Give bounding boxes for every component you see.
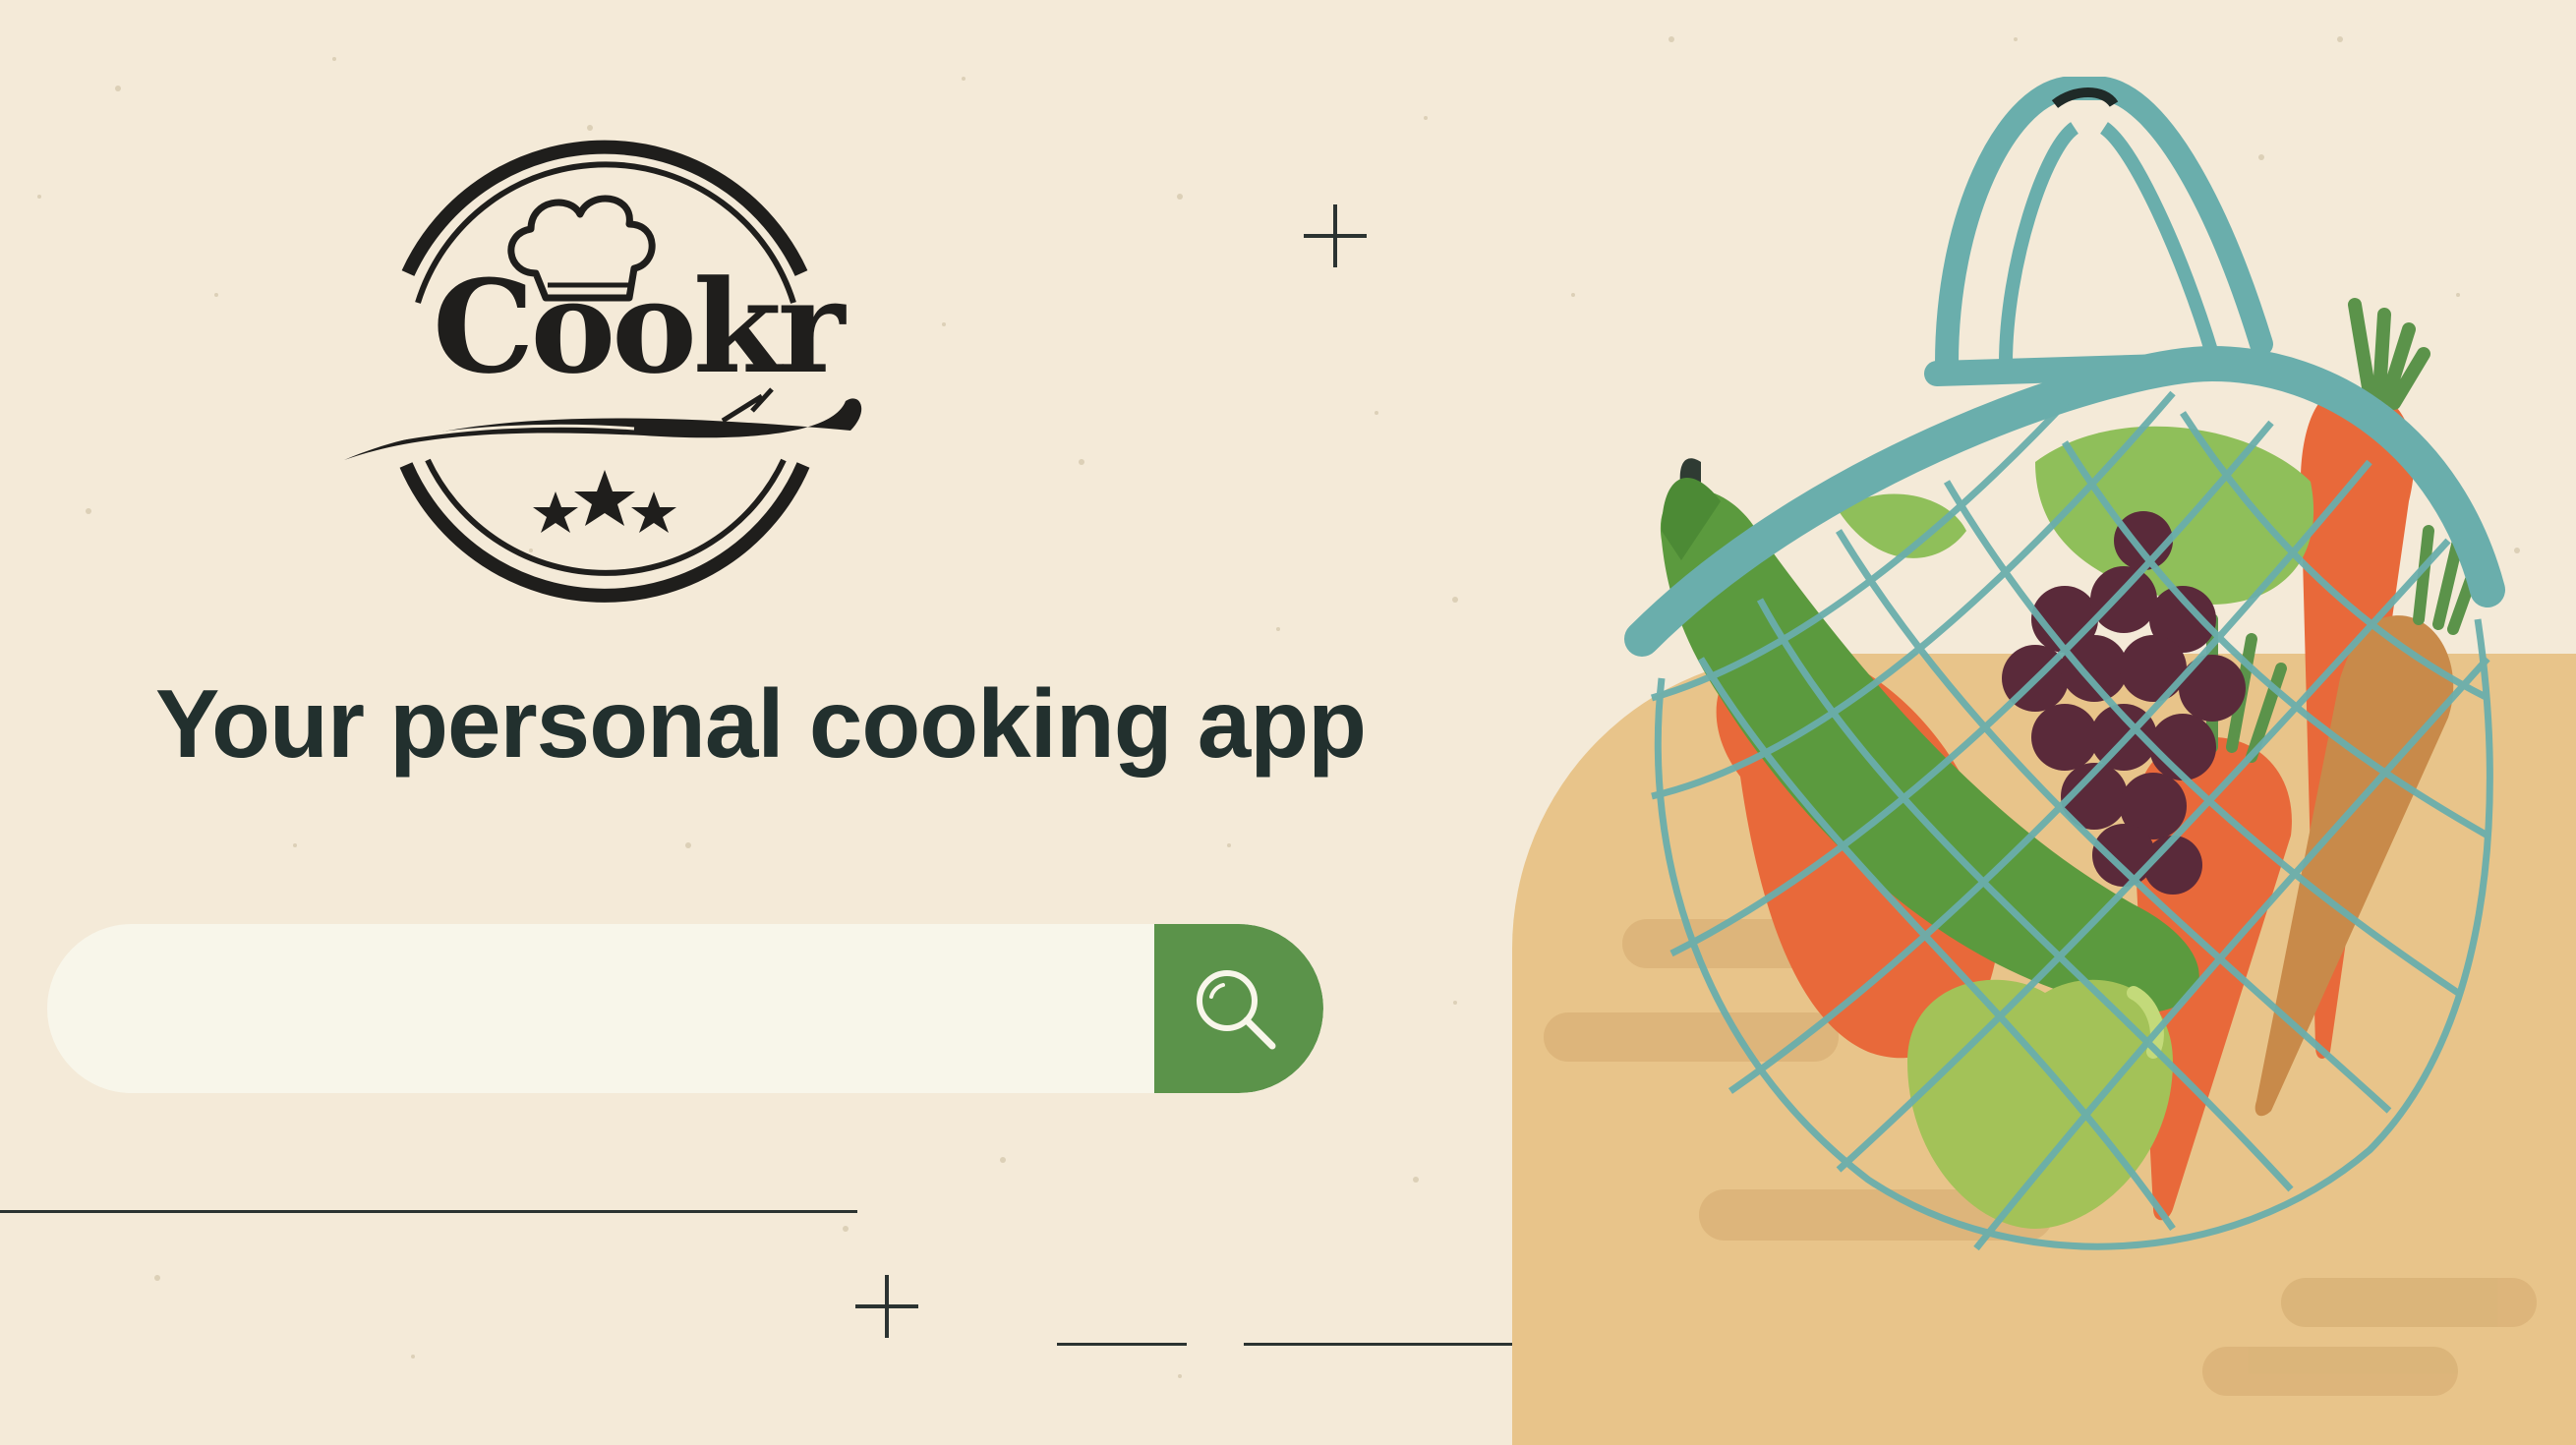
brand-name: Cookr <box>433 252 845 402</box>
search-input[interactable] <box>106 924 1152 1093</box>
cookr-logo: Cookr <box>339 116 870 607</box>
decorative-plus-bottom <box>855 1275 918 1338</box>
landing-page: Cookr Your personal cooking app <box>0 0 2576 1445</box>
page-title: Your personal cooking app <box>155 669 1367 778</box>
vegetable-net-bag-illustration <box>1624 77 2505 1251</box>
decorative-line-short <box>1057 1343 1187 1346</box>
search-icon <box>1197 970 1276 1050</box>
apple-icon <box>1907 979 2173 1229</box>
decorative-line-left <box>0 1210 857 1213</box>
search-button[interactable] <box>1154 924 1323 1093</box>
search-bar <box>47 924 1323 1093</box>
decorative-plus-top <box>1304 204 1367 267</box>
